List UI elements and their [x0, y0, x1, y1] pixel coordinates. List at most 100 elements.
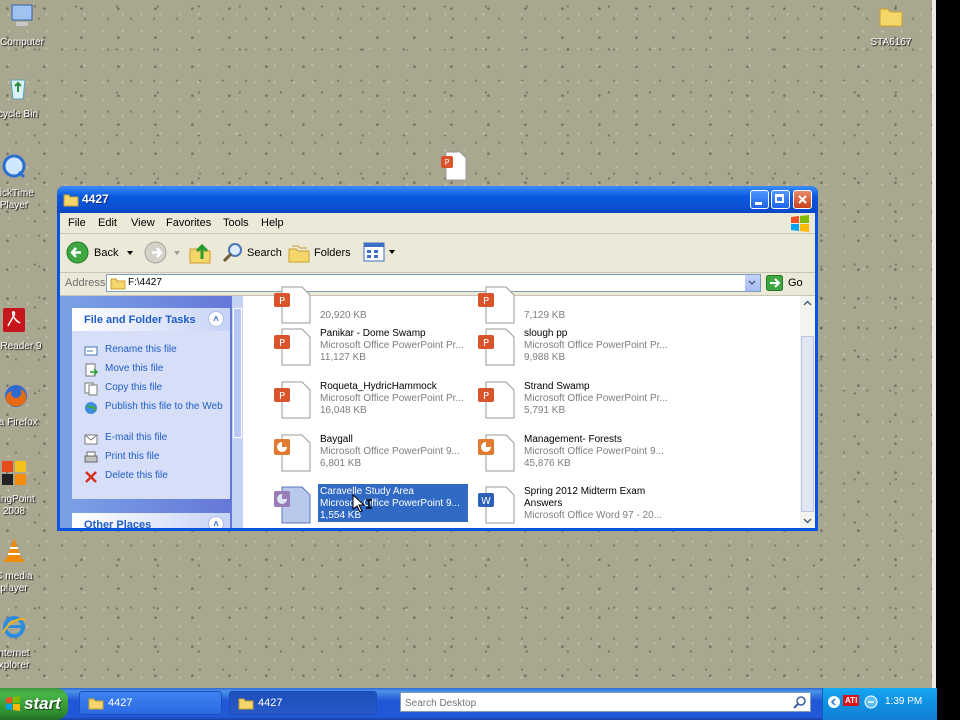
app-icon: [2, 461, 26, 485]
vlc-icon: [4, 538, 24, 562]
desktop-icon-vlc[interactable]: C media player: [0, 536, 44, 595]
forward-button[interactable]: [144, 241, 167, 264]
desktop-icon-internet-explorer[interactable]: nternet xplorer: [0, 613, 44, 672]
ati-badge[interactable]: ATI: [843, 695, 860, 706]
folders-icon: [288, 245, 310, 263]
file-folder-tasks-title: File and Folder Tasks: [84, 314, 196, 326]
menu-file[interactable]: File: [68, 217, 86, 229]
menu-favorites[interactable]: Favorites: [166, 217, 211, 229]
powerpoint-97-file-icon: [478, 434, 515, 472]
desktop-icon-label: Computer: [0, 37, 44, 48]
views-button[interactable]: [363, 242, 397, 264]
file-item[interactable]: W Spring 2012 Midterm Exam Answers Micro…: [474, 482, 674, 528]
file-list: P 20,920 KB P 7,129 KB P Panikar - Dome …: [250, 286, 805, 528]
content-scrollbar[interactable]: [800, 296, 815, 528]
menu-edit[interactable]: Edit: [98, 217, 117, 229]
chevron-down-icon[interactable]: [127, 251, 133, 255]
folders-button[interactable]: Folders: [288, 240, 351, 266]
taskpane-scroll-thumb[interactable]: [233, 308, 242, 438]
powerpoint-file-icon: P: [478, 328, 515, 366]
firefox-icon: [5, 385, 27, 407]
window-title: 4427: [82, 192, 109, 206]
other-places-header[interactable]: Other Places ˄: [72, 513, 230, 528]
toolbar: Back Search Folders: [60, 234, 815, 273]
desktop-icon-label: be Reader 9: [0, 341, 42, 352]
file-item-selected[interactable]: Caravelle Study Area Microsoft Office Po…: [270, 482, 470, 528]
desktop-icon-folder-sta6167[interactable]: STA6167: [861, 2, 921, 49]
title-bar[interactable]: 4427: [57, 186, 818, 213]
file-item[interactable]: P Roqueta_HydricHammock Microsoft Office…: [270, 377, 470, 423]
forward-dropdown-icon[interactable]: [174, 251, 180, 255]
network-icon[interactable]: [864, 695, 878, 709]
window-body: File Edit View Favorites Tools Help Back…: [60, 213, 815, 528]
desktop-search-box[interactable]: [400, 692, 811, 712]
chevron-down-icon: [389, 250, 395, 254]
taskpane-scrollbar[interactable]: [232, 296, 243, 528]
close-button[interactable]: [793, 190, 812, 209]
powerpoint-file-icon: P: [478, 381, 515, 419]
file-item[interactable]: P 7,129 KB: [474, 282, 674, 328]
move-icon: [85, 363, 98, 377]
folder-icon: [238, 698, 254, 710]
desktop-icon-firefox[interactable]: lla Firefox: [0, 382, 46, 429]
file-folder-tasks-panel: File and Folder Tasks ˄ Rename this file…: [72, 308, 230, 499]
screen-border: [936, 0, 960, 720]
powerpoint-file-icon[interactable]: P: [438, 150, 468, 182]
email-icon: [84, 434, 98, 445]
cursor-icon: [352, 494, 372, 513]
desktop-icon-computer[interactable]: Computer: [0, 2, 52, 49]
folder-icon: [88, 698, 104, 710]
up-folder-button[interactable]: [188, 241, 212, 264]
folder-icon: [63, 194, 79, 207]
search-icon[interactable]: [793, 695, 807, 709]
collapse-icon[interactable]: ˄: [208, 516, 224, 528]
file-item[interactable]: Management- Forests Microsoft Office Pow…: [474, 430, 674, 476]
back-button[interactable]: Back: [66, 240, 134, 266]
file-item[interactable]: P Strand Swamp Microsoft Office PowerPoi…: [474, 377, 674, 423]
svg-text:P: P: [279, 391, 285, 402]
desktop-icon-recycle-bin[interactable]: cycle Bin: [0, 74, 48, 121]
menu-help[interactable]: Help: [261, 217, 284, 229]
start-button[interactable]: start: [0, 688, 68, 720]
desktop-search-input[interactable]: [403, 694, 787, 712]
maximize-button[interactable]: [771, 190, 790, 209]
go-button[interactable]: Go: [766, 274, 806, 292]
minimize-button[interactable]: [750, 190, 769, 209]
powerpoint-file-icon: P: [274, 286, 311, 324]
menu-tools[interactable]: Tools: [223, 217, 249, 229]
collapse-icon[interactable]: ˄: [208, 311, 224, 327]
close-icon: [798, 195, 807, 204]
search-label: Search: [247, 247, 282, 259]
search-button[interactable]: Search: [222, 240, 282, 266]
computer-icon: [11, 4, 33, 26]
menu-view[interactable]: View: [131, 217, 155, 229]
file-item[interactable]: P Panikar - Dome Swamp Microsoft Office …: [270, 324, 470, 370]
folders-label: Folders: [314, 247, 351, 259]
word-file-icon: W: [478, 486, 515, 524]
desktop-icon-quicktime[interactable]: uickTime Player: [0, 153, 44, 212]
file-item[interactable]: P slough pp Microsoft Office PowerPoint …: [474, 324, 674, 370]
maximize-icon: [775, 194, 784, 203]
scroll-up-icon[interactable]: [801, 297, 814, 310]
powerpoint-file-icon: P: [478, 286, 515, 324]
taskbar-button-4427[interactable]: 4427: [79, 691, 222, 715]
globe-icon: [85, 402, 97, 414]
adobe-reader-icon: [3, 308, 25, 332]
desktop-icon-label: C media player: [0, 571, 33, 594]
desktop-icon-adobe-reader[interactable]: be Reader 9: [0, 306, 44, 353]
address-dropdown[interactable]: [745, 275, 760, 291]
powerpoint-file-icon: P: [274, 381, 311, 419]
desktop-icon-label: cycle Bin: [0, 109, 38, 120]
tray-expand-icon[interactable]: [827, 695, 841, 709]
scroll-thumb[interactable]: [801, 336, 814, 512]
desktop-icon-app[interactable]: ningPoint 2008: [0, 459, 44, 518]
taskbar-button-4427-active[interactable]: 4427: [229, 691, 377, 715]
file-folder-tasks-header[interactable]: File and Folder Tasks ˄: [72, 308, 230, 331]
file-item[interactable]: Baygall Microsoft Office PowerPoint 9...…: [270, 430, 470, 476]
explorer-window: 4427 File Edit View Favorites Tools Help…: [57, 186, 818, 531]
address-value: F:\4427: [128, 277, 162, 288]
file-item[interactable]: P 20,920 KB: [270, 282, 470, 328]
copy-icon: [84, 382, 98, 396]
desktop-icon-label: lla Firefox: [0, 417, 38, 428]
scroll-down-icon[interactable]: [801, 514, 814, 527]
